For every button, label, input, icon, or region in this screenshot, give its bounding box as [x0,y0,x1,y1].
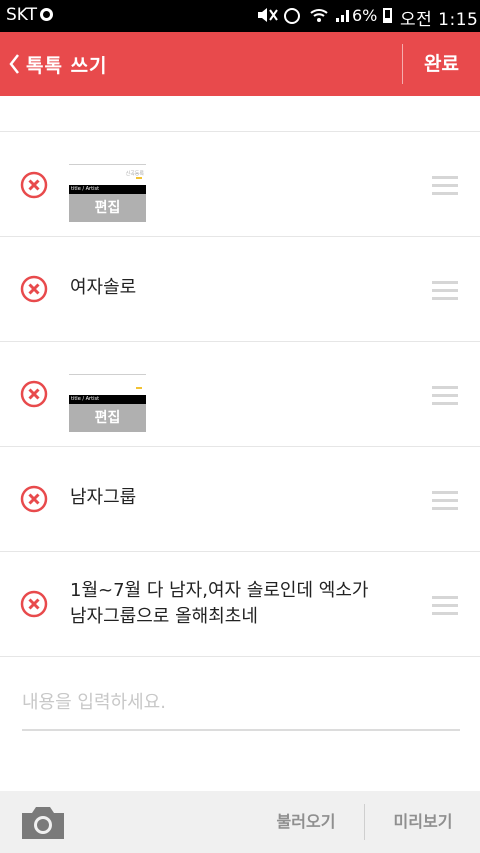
list-item: 신곡등록 title / Artist 편집 [0,132,480,237]
delete-icon[interactable] [20,380,48,408]
list-item: 1월~7월 다 남자,여자 솔로인데 엑소가 남자그룹으로 올해최초네 [0,552,480,657]
image-thumbnail[interactable]: 신곡등록 title / Artist 편집 [69,164,146,222]
status-bar: SKT 6% 오전 1:15 [0,0,480,32]
battery-icon [383,8,392,23]
item-text[interactable]: 남자그룹 [70,485,136,511]
image-thumbnail[interactable]: title / Artist 편집 [69,374,146,432]
preview-button[interactable]: 미리보기 [372,791,474,853]
signal-icon [334,6,352,24]
content-input[interactable] [22,675,460,731]
drag-handle-icon[interactable] [432,386,458,406]
list-item: 남자그룹 [0,447,480,552]
done-button[interactable]: 완료 [403,32,480,96]
toolbar-divider [364,804,365,840]
item-text[interactable]: 1월~7월 다 남자,여자 솔로인데 엑소가 남자그룹으로 올해최초네 [70,578,368,630]
carrier-logo-icon [40,8,53,21]
camera-icon[interactable] [20,805,66,841]
mute-icon [256,6,278,28]
drag-handle-icon[interactable] [432,491,458,511]
drag-handle-icon[interactable] [432,596,458,616]
thumbnail-badge-text: 신곡등록 [125,171,144,177]
delete-icon[interactable] [20,590,48,618]
app-header: 톡톡 쓰기 완료 [0,32,480,96]
delete-icon[interactable] [20,485,48,513]
list-item: title / Artist 편집 [0,342,480,447]
alarm-icon [284,8,300,24]
list-item: 여자솔로 [0,237,480,342]
thumbnail-caption: title / Artist [69,395,146,404]
bottom-toolbar: 불러오기 미리보기 [0,791,480,853]
delete-icon[interactable] [20,171,48,199]
wifi-icon [310,6,328,24]
page-title[interactable]: 톡톡 쓰기 [26,51,108,78]
item-text[interactable]: 여자솔로 [70,275,136,301]
battery-percent: 6% [352,6,378,25]
drag-handle-icon[interactable] [432,281,458,301]
carrier-label: SKT [6,5,38,25]
back-chevron-icon[interactable] [6,52,24,76]
load-button[interactable]: 불러오기 [254,791,358,853]
edit-label[interactable]: 편집 [69,194,146,222]
clock: 오전 1:15 [400,10,479,30]
edit-label[interactable]: 편집 [69,404,146,432]
drag-handle-icon[interactable] [432,176,458,196]
thumbnail-caption: title / Artist [69,185,146,194]
delete-icon[interactable] [20,275,48,303]
